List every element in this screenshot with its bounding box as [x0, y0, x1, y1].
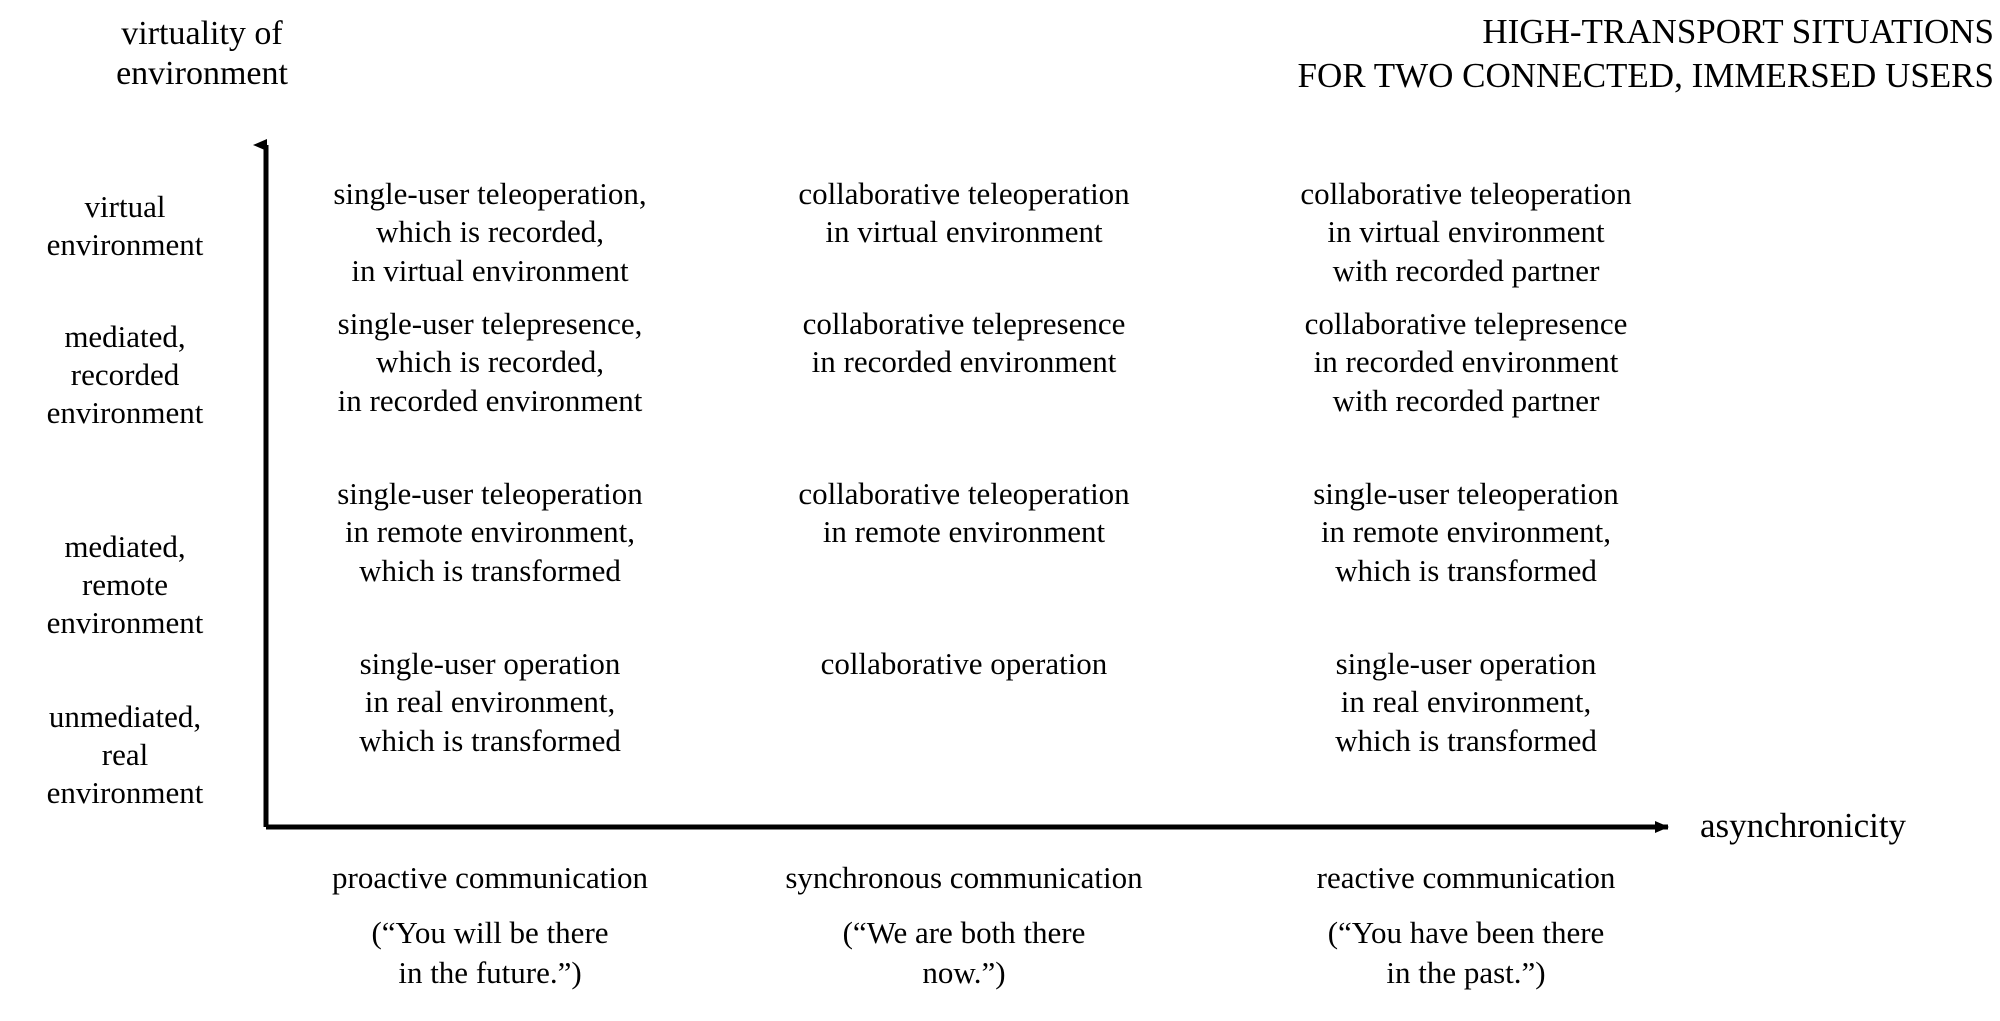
cell-r3-c1: single-user teleoperation in remote envi… — [337, 476, 643, 588]
x-axis-caption: asynchronicity — [1700, 806, 1907, 845]
cell-r2-c2: collaborative telepresence in recorded e… — [802, 306, 1126, 380]
row-label-unmediated-real-environment: unmediated, real environment — [46, 699, 204, 810]
cell-r1-c3: collaborative teleoperation in virtual e… — [1300, 176, 1632, 288]
cell-r4-c3: single-user operation in real environmen… — [1335, 646, 1597, 758]
cell-r2-c3: collaborative telepresence in recorded e… — [1304, 306, 1628, 418]
column-label-synchronous: synchronous communication — [785, 860, 1143, 895]
column-quote-reactive: (“You have been there in the past.”) — [1327, 915, 1605, 991]
cell-r3-c3: single-user teleoperation in remote envi… — [1313, 476, 1619, 588]
cell-r4-c2: collaborative operation — [820, 646, 1108, 681]
column-quote-synchronous: (“We are both there now.”) — [842, 915, 1086, 991]
row-label-mediated-remote-environment: mediated, remote environment — [46, 529, 204, 640]
diagram-canvas: virtuality of environment HIGH-TRANSPORT… — [0, 0, 2000, 1021]
row-label-virtual-environment: virtual environment — [46, 189, 204, 262]
column-label-proactive: proactive communication — [332, 860, 648, 895]
cell-r2-c1: single-user telepresence, which is recor… — [337, 306, 643, 418]
cell-r3-c2: collaborative teleoperation in remote en… — [798, 476, 1130, 550]
cell-r4-c1: single-user operation in real environmen… — [359, 646, 621, 758]
column-label-reactive: reactive communication — [1316, 860, 1616, 895]
cell-r1-c1: single-user teleoperation, which is reco… — [333, 176, 647, 288]
column-quote-proactive: (“You will be there in the future.”) — [371, 915, 609, 991]
row-label-mediated-recorded-environment: mediated, recorded environment — [46, 319, 204, 430]
cell-r1-c2: collaborative teleoperation in virtual e… — [798, 176, 1130, 250]
